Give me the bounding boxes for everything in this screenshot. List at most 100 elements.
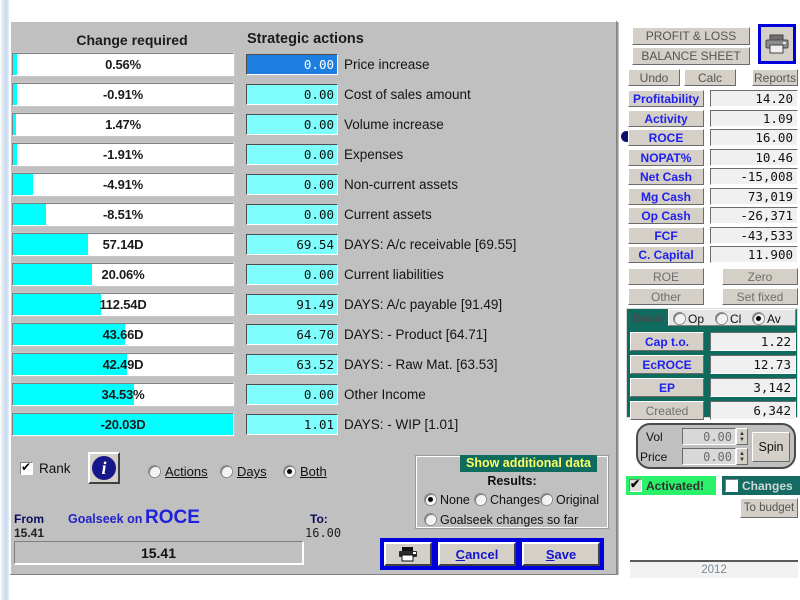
strategic-action-input[interactable]: 0.00 [246, 204, 338, 225]
radio-basis-av[interactable]: Av [752, 311, 781, 326]
sidebar-metric-button-activity[interactable]: Activity [628, 110, 704, 127]
radio-changes-label: Changes [490, 492, 541, 507]
change-required-cell[interactable]: 57.14D [11, 232, 235, 257]
cancel-rest: ancel [465, 546, 499, 562]
sidebar-metric-button-mg-cash[interactable]: Mg Cash [628, 188, 704, 205]
strategic-action-input[interactable]: 63.52 [246, 354, 338, 375]
radio-original-icon[interactable] [540, 493, 553, 507]
radio-view-days[interactable]: Days [220, 463, 267, 479]
sidebar-metric-value: 16.00 [710, 129, 798, 146]
sidebar-metric-button-profitability[interactable]: Profitability [628, 90, 704, 107]
radio-results-original[interactable]: Original [540, 492, 599, 507]
change-required-cell[interactable]: 1.47% [11, 112, 235, 137]
sidebar-button-set-fixed[interactable]: Set fixed [722, 288, 798, 305]
to-budget-button[interactable]: To budget [740, 498, 798, 518]
activated-checkbox[interactable] [629, 477, 642, 492]
application-window: Change required Strategic actions 0.56% 0… [0, 0, 800, 600]
radio-goalseek-icon[interactable] [424, 513, 437, 527]
change-required-cell[interactable]: 43.66D [11, 322, 235, 347]
cancel-button[interactable]: Cancel [438, 542, 516, 566]
radio-changes-icon[interactable] [474, 493, 487, 507]
results-label: Results: [487, 474, 537, 488]
teal-metric-value: 1.22 [710, 332, 796, 351]
rank-checkbox-group[interactable]: Rank [20, 460, 71, 476]
rank-checkbox[interactable] [20, 460, 33, 475]
radio-av-icon[interactable] [752, 312, 765, 326]
sidebar-metric-button-fcf[interactable]: FCF [628, 227, 704, 244]
sidebar-button-zero[interactable]: Zero [722, 268, 798, 285]
radio-actions-icon[interactable] [148, 465, 161, 479]
action-label: Current liabilities [344, 267, 444, 282]
radio-view-both[interactable]: Both [283, 463, 327, 479]
radio-op-icon[interactable] [673, 312, 686, 326]
chevron-down-icon[interactable]: ▼ [739, 437, 745, 443]
teal-metric-button-cap-t-o[interactable]: Cap t.o. [630, 332, 704, 351]
teal-metric-button-created[interactable]: Created [630, 401, 704, 420]
radio-both-icon[interactable] [283, 465, 296, 479]
strategic-action-input[interactable]: 0.00 [246, 384, 338, 405]
radio-view-actions[interactable]: Actions [148, 463, 208, 479]
price-input[interactable]: 0.00 [682, 448, 736, 465]
teal-metric-button-ecroce[interactable]: EcROCE [630, 355, 704, 374]
sidebar-button-roe[interactable]: ROE [628, 268, 704, 285]
strategic-action-input[interactable]: 64.70 [246, 324, 338, 345]
change-required-cell[interactable]: 42.49D [11, 352, 235, 377]
strategic-action-input[interactable]: 91.49 [246, 294, 338, 315]
spin-button[interactable]: Spin [752, 432, 790, 462]
changes-checkbox-group[interactable]: Changes [722, 476, 800, 495]
strategic-action-input[interactable]: 1.01 [246, 414, 338, 435]
sidebar-print-button[interactable] [758, 24, 796, 64]
radio-results-changes[interactable]: Changes [474, 492, 540, 507]
info-button[interactable]: i [88, 452, 120, 484]
action-label: Cost of sales amount [344, 87, 471, 102]
change-value: -4.91% [103, 177, 143, 192]
save-button[interactable]: Save [522, 542, 600, 566]
strategic-action-input[interactable]: 0.00 [246, 84, 338, 105]
change-required-cell[interactable]: -8.51% [11, 202, 235, 227]
radio-cl-icon[interactable] [715, 312, 728, 326]
changes-checkbox[interactable] [725, 479, 738, 492]
action-label: Expenses [344, 147, 404, 162]
sidebar-button-balance-sheet[interactable]: BALANCE SHEET [632, 47, 750, 65]
sidebar-metric-button-c-capital[interactable]: C. Capital [628, 246, 704, 263]
sidebar-metric-button-nopat[interactable]: NOPAT% [628, 149, 704, 166]
sidebar-metric-button-net-cash[interactable]: Net Cash [628, 168, 704, 185]
teal-metric-value: 12.73 [710, 355, 796, 374]
chevron-down-icon[interactable]: ▼ [739, 457, 745, 463]
radio-basis-cl[interactable]: Cl [715, 311, 741, 326]
strategic-action-input[interactable]: 0.00 [246, 174, 338, 195]
price-stepper[interactable]: ▲ ▼ [736, 448, 748, 465]
change-required-cell[interactable]: 20.06% [11, 262, 235, 287]
teal-metric-button-ep[interactable]: EP [630, 378, 704, 397]
change-required-cell[interactable]: -4.91% [11, 172, 235, 197]
change-required-cell[interactable]: -0.91% [11, 82, 235, 107]
change-required-cell[interactable]: 112.54D [11, 292, 235, 317]
strategic-action-input[interactable]: 0.00 [246, 54, 338, 75]
print-button[interactable] [384, 542, 432, 566]
sidebar-button-reports[interactable]: Reports [752, 69, 798, 86]
vol-input[interactable]: 0.00 [682, 428, 736, 445]
sidebar-button-profit-and-loss[interactable]: PROFIT & LOSS [632, 27, 750, 45]
change-required-cell[interactable]: -20.03D [11, 412, 235, 437]
change-required-cell[interactable]: -1.91% [11, 142, 235, 167]
sidebar-button-other[interactable]: Other [628, 288, 704, 305]
strategic-action-input[interactable]: 0.00 [246, 264, 338, 285]
vol-stepper[interactable]: ▲ ▼ [736, 428, 748, 445]
sidebar-metric-button-op-cash[interactable]: Op Cash [628, 207, 704, 224]
goalseek-to-label: To: [310, 512, 328, 526]
change-required-cell[interactable]: 0.56% [11, 52, 235, 77]
sidebar-metric-button-roce[interactable]: ROCE [628, 129, 704, 146]
strategic-action-input[interactable]: 0.00 [246, 114, 338, 135]
radio-results-goalseek[interactable]: Goalseek changes so far [424, 512, 578, 527]
radio-days-icon[interactable] [220, 465, 233, 479]
sidebar-button-undo[interactable]: Undo [628, 69, 680, 86]
radio-basis-op[interactable]: Op [673, 311, 704, 326]
strategic-action-input[interactable]: 69.54 [246, 234, 338, 255]
radio-none-icon[interactable] [424, 493, 437, 507]
activated-checkbox-group[interactable]: Activated! [626, 476, 716, 495]
sidebar-button-calc[interactable]: Calc [684, 69, 736, 86]
strategic-action-input[interactable]: 0.00 [246, 144, 338, 165]
radio-results-none[interactable]: None [424, 492, 470, 507]
change-required-cell[interactable]: 34.53% [11, 382, 235, 407]
changes-label: Changes [742, 478, 793, 493]
